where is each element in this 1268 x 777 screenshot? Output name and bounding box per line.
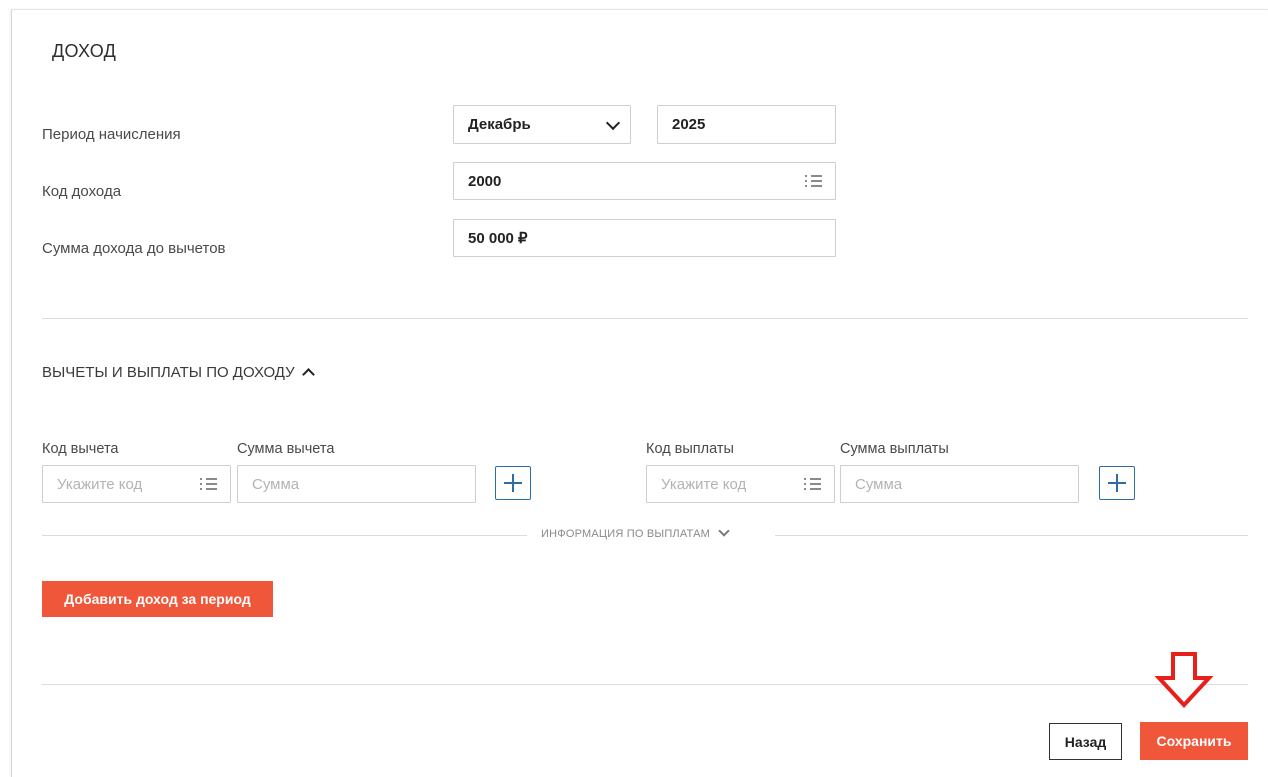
deduction-code-field[interactable]: Укажите код bbox=[42, 465, 231, 503]
payment-code-label: Код выплаты bbox=[646, 441, 734, 457]
divider bbox=[775, 535, 1248, 536]
back-button[interactable]: Назад bbox=[1049, 723, 1122, 760]
payments-info-toggle[interactable]: ИНФОРМАЦИЯ ПО ВЫПЛАТАМ bbox=[541, 525, 730, 540]
month-select-value: Декабрь bbox=[468, 116, 531, 133]
add-income-button[interactable]: Добавить доход за период bbox=[42, 581, 273, 617]
save-button[interactable]: Сохранить bbox=[1140, 722, 1248, 760]
payment-amount-label: Сумма выплаты bbox=[840, 441, 949, 457]
list-icon[interactable] bbox=[805, 174, 823, 188]
divider bbox=[42, 318, 1248, 319]
accrual-period-label: Период начисления bbox=[42, 126, 181, 143]
add-deduction-button[interactable] bbox=[495, 466, 531, 500]
chevron-down-icon bbox=[718, 525, 730, 537]
income-code-value: 2000 bbox=[468, 172, 502, 190]
deduction-amount-input[interactable]: Сумма bbox=[237, 465, 476, 503]
payment-amount-placeholder: Сумма bbox=[855, 475, 903, 493]
deduction-amount-placeholder: Сумма bbox=[252, 475, 300, 493]
income-code-field[interactable]: 2000 bbox=[453, 162, 836, 200]
income-amount-label: Сумма дохода до вычетов bbox=[42, 240, 226, 257]
chevron-up-icon bbox=[301, 368, 315, 381]
year-input[interactable]: 2025 bbox=[657, 105, 836, 144]
income-amount-input[interactable]: 50 000 ₽ bbox=[453, 219, 836, 257]
page-title: ДОХОД bbox=[52, 41, 117, 61]
income-amount-value: 50 000 ₽ bbox=[468, 230, 528, 247]
divider bbox=[42, 684, 1248, 685]
list-icon[interactable] bbox=[804, 477, 822, 491]
add-payment-button[interactable] bbox=[1099, 466, 1135, 500]
list-icon[interactable] bbox=[200, 477, 218, 491]
divider bbox=[42, 535, 527, 536]
arrow-down-icon bbox=[1154, 652, 1214, 708]
chevron-down-icon bbox=[605, 115, 621, 130]
deduction-code-placeholder: Укажите код bbox=[57, 475, 143, 493]
income-form-panel: ДОХОД Период начисления Декабрь 2025 Код… bbox=[11, 9, 1268, 777]
income-code-label: Код дохода bbox=[42, 183, 122, 200]
payment-code-placeholder: Укажите код bbox=[661, 475, 747, 493]
month-select[interactable]: Декабрь bbox=[453, 105, 631, 144]
year-input-value: 2025 bbox=[672, 116, 706, 133]
payment-code-field[interactable]: Укажите код bbox=[646, 465, 835, 503]
payment-amount-input[interactable]: Сумма bbox=[840, 465, 1079, 503]
deductions-section-title: ВЫЧЕТЫ И ВЫПЛАТЫ ПО ДОХОДУ bbox=[42, 364, 295, 381]
payments-info-label: ИНФОРМАЦИЯ ПО ВЫПЛАТАМ bbox=[541, 528, 710, 540]
deductions-section-toggle[interactable]: ВЫЧЕТЫ И ВЫПЛАТЫ ПО ДОХОДУ bbox=[42, 364, 315, 381]
deduction-amount-label: Сумма вычета bbox=[237, 441, 335, 457]
deduction-code-label: Код вычета bbox=[42, 441, 119, 457]
